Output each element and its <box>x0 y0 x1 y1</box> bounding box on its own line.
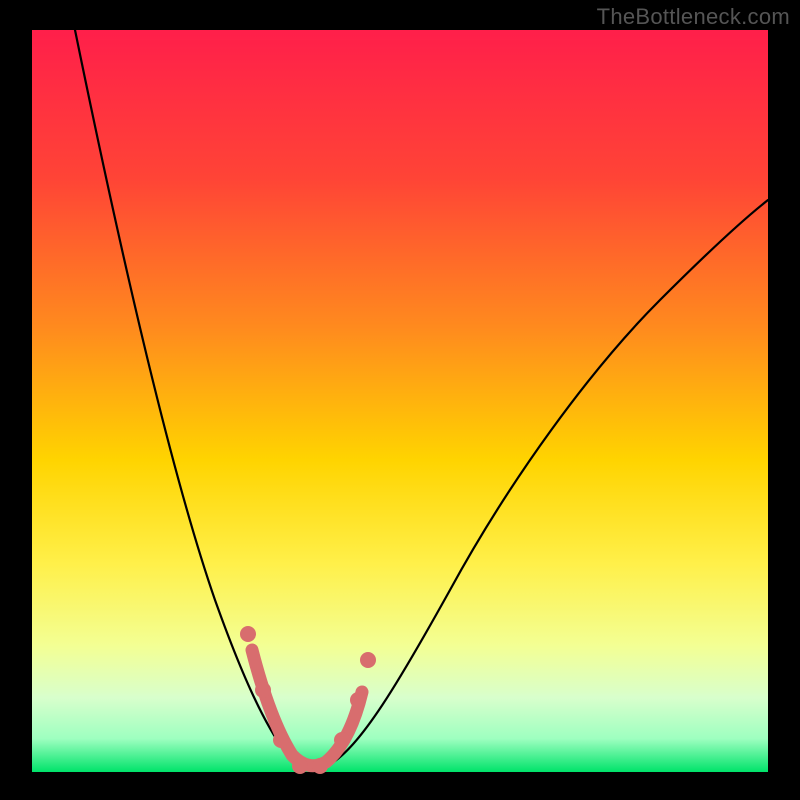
bead-dot <box>350 692 366 708</box>
bead-dot <box>292 758 308 774</box>
bead-dot <box>255 682 271 698</box>
bead-dot <box>334 732 350 748</box>
bead-dot <box>360 652 376 668</box>
chart-stage: TheBottleneck.com <box>0 0 800 800</box>
bottleneck-chart <box>0 0 800 800</box>
plot-background <box>32 30 768 772</box>
bead-dot <box>312 758 328 774</box>
watermark-text: TheBottleneck.com <box>597 4 790 30</box>
bead-dot <box>240 626 256 642</box>
bead-dot <box>273 732 289 748</box>
